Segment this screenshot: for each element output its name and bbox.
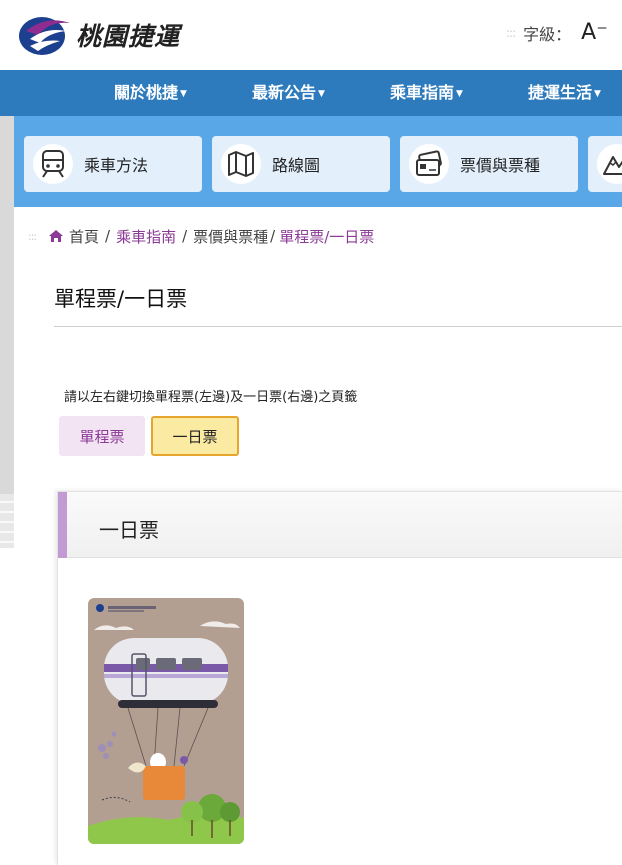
quick-links-bar: 乘車方法 路線圖 票價與票種 <box>14 116 622 207</box>
side-panel <box>0 116 14 548</box>
title-divider <box>54 326 622 327</box>
font-size-control: ::: 字級： A⁻ <box>506 20 608 45</box>
day-pass-card-image <box>88 598 244 844</box>
breadcrumb-guide[interactable]: 乘車指南 <box>116 226 176 247</box>
ticket-card-icon <box>409 144 449 184</box>
accesskey-dots: ::: <box>28 230 37 243</box>
breadcrumb-home-label: 首頁 <box>69 227 100 246</box>
home-icon <box>49 230 63 242</box>
logo-icon <box>19 17 70 55</box>
breadcrumb-home[interactable]: 首頁 <box>48 226 99 247</box>
nav-label: 最新公告 <box>252 83 317 102</box>
breadcrumb-separator: / <box>270 227 276 245</box>
panel-accent-bar <box>58 492 67 558</box>
nav-item-news[interactable]: 最新公告 ▼ <box>252 70 325 116</box>
caret-down-icon: ▼ <box>594 88 601 99</box>
nav-item-about[interactable]: 關於桃捷 ▼ <box>114 70 187 116</box>
nav-item-guide[interactable]: 乘車指南 ▼ <box>390 70 463 116</box>
main-nav: 關於桃捷 ▼ 最新公告 ▼ 乘車指南 ▼ 捷運生活 ▼ <box>0 70 622 116</box>
panel-title: 一日票 <box>99 518 159 542</box>
quick-link-label: 票價與票種 <box>460 156 541 175</box>
site-header: 桃園捷運 ::: 字級： A⁻ <box>0 0 622 70</box>
map-icon <box>221 144 261 184</box>
page-title: 單程票/一日票 <box>54 287 188 311</box>
nav-label: 捷運生活 <box>528 83 593 102</box>
nav-item-life[interactable]: 捷運生活 ▼ <box>528 70 601 116</box>
site-logo[interactable]: 桃園捷運 <box>16 10 206 60</box>
brand-name: 桃園捷運 <box>76 22 181 51</box>
quick-link-fares[interactable]: 票價與票種 <box>400 136 578 192</box>
caret-down-icon: ▼ <box>180 88 187 99</box>
day-pass-panel: 一日票 <box>57 491 622 865</box>
quick-link-label: 乘車方法 <box>84 156 149 175</box>
breadcrumb-separator: / <box>182 227 188 245</box>
panel-header: 一日票 <box>58 492 622 558</box>
mountain-icon <box>597 144 622 184</box>
caret-down-icon: ▼ <box>456 88 463 99</box>
building-icon <box>0 494 14 548</box>
quick-link-how-to-ride[interactable]: 乘車方法 <box>24 136 202 192</box>
quick-link-route-map[interactable]: 路線圖 <box>212 136 390 192</box>
breadcrumb: 首頁 / 乘車指南 / 票價與票種 / 單程票/一日票 <box>48 226 374 246</box>
caret-down-icon: ▼ <box>318 88 325 99</box>
font-size-decrease-button[interactable]: A⁻ <box>581 20 608 45</box>
nav-label: 乘車指南 <box>390 83 455 102</box>
train-icon <box>33 144 73 184</box>
nav-label: 關於桃捷 <box>114 83 179 102</box>
breadcrumb-current: 單程票/一日票 <box>279 227 375 246</box>
font-size-label: 字級： <box>523 24 572 44</box>
tab-single-ticket[interactable]: 單程票 <box>59 416 145 456</box>
breadcrumb-fares[interactable]: 票價與票種 <box>193 226 268 247</box>
quick-link-label: 路線圖 <box>272 156 321 175</box>
quick-link-more[interactable] <box>588 136 622 192</box>
breadcrumb-separator: / <box>105 227 111 245</box>
accesskey-dots: ::: <box>506 25 516 40</box>
tab-day-pass[interactable]: 一日票 <box>151 416 239 456</box>
tab-hint-text: 請以左右鍵切換單程票(左邊)及一日票(右邊)之頁籤 <box>64 390 358 405</box>
